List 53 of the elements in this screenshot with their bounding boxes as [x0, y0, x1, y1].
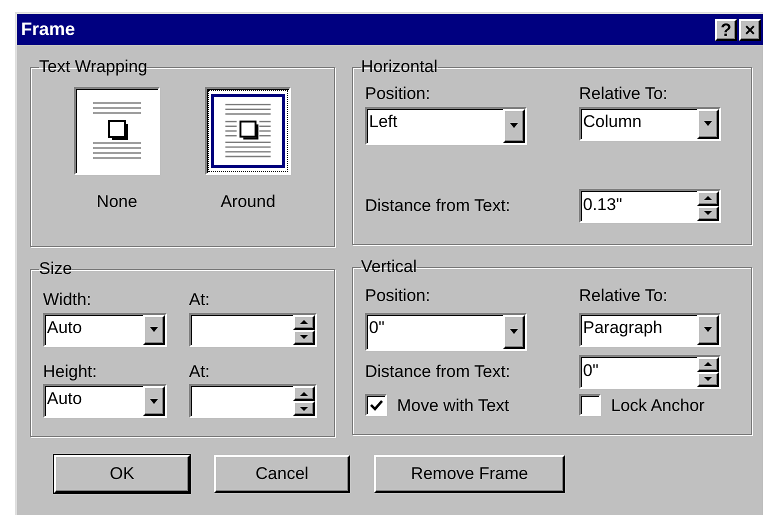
up-arrow-icon: [300, 392, 308, 396]
field-label: At:: [189, 360, 211, 382]
field-label: Position:: [365, 285, 432, 307]
dropdown[interactable]: Auto: [43, 312, 167, 346]
field-label: Height:: [43, 360, 98, 382]
checkbox[interactable]: [365, 394, 387, 416]
field-label: At:: [189, 289, 211, 311]
spin-field[interactable]: [189, 312, 317, 346]
dropdown-arrow-icon: [150, 327, 158, 332]
dropdown[interactable]: Left: [365, 106, 527, 144]
dropdown-arrow-icon: [510, 123, 518, 128]
dropdown[interactable]: Column: [579, 106, 721, 140]
field-label: Distance from Text:: [365, 194, 512, 217]
field-label: Width:: [43, 289, 92, 311]
dropdown[interactable]: 0": [365, 312, 527, 350]
close-button[interactable]: ×: [739, 18, 761, 40]
default-button[interactable]: OK: [54, 455, 190, 493]
dialog-button[interactable]: Remove Frame: [374, 455, 565, 493]
down-arrow-icon: [704, 211, 712, 215]
group-title: Text Wrapping: [39, 57, 148, 77]
dropdown[interactable]: Auto: [43, 384, 167, 418]
up-arrow-icon: [300, 320, 308, 324]
field-label: Relative To:: [579, 285, 669, 307]
field-label: Distance from Text:: [365, 360, 512, 383]
dropdown-arrow-icon: [704, 327, 712, 332]
spin-field[interactable]: 0.13": [579, 188, 721, 222]
up-arrow-icon: [704, 196, 712, 200]
dialog-button[interactable]: Cancel: [214, 455, 350, 493]
help-button[interactable]: ?: [715, 18, 737, 40]
window-title: Frame: [21, 18, 76, 41]
field-label: Move with Text: [397, 394, 510, 416]
dropdown[interactable]: Paragraph: [579, 312, 721, 346]
dropdown-arrow-icon: [150, 398, 158, 404]
down-arrow-icon: [704, 377, 712, 381]
dropdown-arrow-icon: [704, 121, 712, 126]
down-arrow-icon: [300, 406, 308, 410]
spin-field[interactable]: 0": [579, 354, 721, 388]
down-arrow-icon: [300, 335, 308, 339]
checkbox[interactable]: [579, 394, 601, 416]
up-arrow-icon: [704, 362, 712, 366]
checkmark-icon: [370, 400, 382, 411]
field-label: Lock Anchor: [611, 394, 705, 416]
field-label: Position:: [365, 83, 432, 105]
group-title: Vertical: [361, 257, 417, 277]
dropdown-arrow-icon: [510, 329, 518, 334]
group-title: Size: [39, 259, 72, 279]
field-label: None: [96, 191, 138, 213]
group-title: Horizontal: [361, 57, 438, 77]
wrap-option[interactable]: [205, 87, 291, 175]
field-label: Around: [220, 191, 276, 213]
field-label: Relative To:: [579, 83, 669, 105]
wrap-option[interactable]: [74, 87, 160, 175]
spin-field[interactable]: [189, 384, 317, 418]
